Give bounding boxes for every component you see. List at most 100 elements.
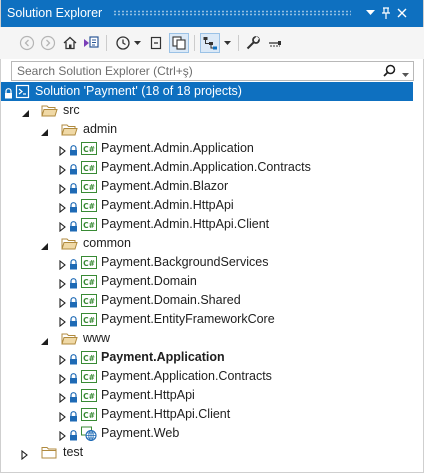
lock-icon xyxy=(4,86,13,99)
tree-item-project[interactable]: C# Payment.EntityFrameworkCore xyxy=(1,310,413,329)
lock-icon xyxy=(69,409,78,422)
tree-item-project[interactable]: C# Payment.Admin.Application xyxy=(1,139,413,158)
back-icon[interactable] xyxy=(18,34,36,52)
csharp-project-icon: C# xyxy=(81,274,97,289)
close-icon[interactable] xyxy=(395,6,409,20)
project-label: Payment.HttpApi xyxy=(101,388,195,402)
chevron-expanded-icon[interactable] xyxy=(21,105,30,117)
tree-item-project[interactable]: C# Payment.BackgroundServices xyxy=(1,253,413,272)
drag-grip[interactable] xyxy=(113,10,351,16)
tree-item-www[interactable]: www xyxy=(1,329,413,348)
lock-icon xyxy=(69,371,78,384)
show-all-files-icon[interactable] xyxy=(169,33,189,53)
lock-icon xyxy=(69,276,78,289)
folder-open-icon xyxy=(61,122,78,137)
tree-item-project[interactable]: C# Payment.Admin.Blazor xyxy=(1,177,413,196)
tree-item-startup-project[interactable]: C# Payment.Application xyxy=(1,348,413,367)
folder-open-icon xyxy=(61,331,78,346)
csharp-project-icon: C# xyxy=(81,217,97,232)
collapse-all-icon[interactable] xyxy=(147,34,165,52)
tree-item-project[interactable]: C# Payment.Admin.HttpApi.Client xyxy=(1,215,413,234)
csharp-project-icon: C# xyxy=(81,198,97,213)
chevron-collapsed-icon[interactable] xyxy=(59,428,68,442)
svg-text:C#: C# xyxy=(83,164,95,173)
tree-item-web-project[interactable]: Payment.Web xyxy=(1,424,413,443)
svg-text:C#: C# xyxy=(83,297,95,306)
tree-item-common[interactable]: common xyxy=(1,234,413,253)
web-project-globe-icon xyxy=(81,426,97,442)
preview-selected-icon[interactable] xyxy=(200,33,220,53)
chevron-collapsed-icon[interactable] xyxy=(59,390,68,404)
chevron-collapsed-icon[interactable] xyxy=(59,219,68,233)
toolbar xyxy=(0,27,424,59)
chevron-collapsed-icon[interactable] xyxy=(59,314,68,328)
chevron-collapsed-icon[interactable] xyxy=(59,257,68,271)
lock-icon xyxy=(69,428,78,441)
chevron-collapsed-icon[interactable] xyxy=(59,352,68,366)
chevron-collapsed-icon[interactable] xyxy=(59,276,68,290)
csharp-project-icon: C# xyxy=(81,293,97,308)
chevron-collapsed-icon[interactable] xyxy=(59,181,68,195)
tree-item-solution[interactable]: Solution 'Payment' (18 of 18 projects) xyxy=(1,82,413,101)
chevron-collapsed-icon[interactable] xyxy=(59,200,68,214)
svg-text:C#: C# xyxy=(83,411,95,420)
project-label: Payment.Domain xyxy=(101,274,197,288)
csharp-project-icon: C# xyxy=(81,388,97,403)
pin-icon[interactable] xyxy=(379,6,393,20)
svg-text:C#: C# xyxy=(83,373,95,382)
tree-item-test[interactable]: test xyxy=(1,443,413,462)
tree-item-project[interactable]: C# Payment.Domain xyxy=(1,272,413,291)
forward-icon[interactable] xyxy=(39,34,57,52)
svg-text:C#: C# xyxy=(83,145,95,154)
tree-item-project[interactable]: C# Payment.Application.Contracts xyxy=(1,367,413,386)
history-icon[interactable] xyxy=(114,34,132,52)
chevron-collapsed-icon[interactable] xyxy=(59,371,68,385)
csharp-project-icon: C# xyxy=(81,160,97,175)
lock-icon xyxy=(69,295,78,308)
tree-item-admin[interactable]: admin xyxy=(1,120,413,139)
tree-item-project[interactable]: C# Payment.HttpApi.Client xyxy=(1,405,413,424)
folder-open-icon xyxy=(41,103,58,118)
tree-item-project[interactable]: C# Payment.Domain.Shared xyxy=(1,291,413,310)
tree-item-src[interactable]: src xyxy=(1,101,413,120)
tree-item-project[interactable]: C# Payment.HttpApi xyxy=(1,386,413,405)
chevron-expanded-icon[interactable] xyxy=(40,124,49,136)
search-icon[interactable] xyxy=(383,64,396,82)
svg-text:C#: C# xyxy=(83,259,95,268)
folder-icon xyxy=(41,445,57,460)
project-label: Payment.EntityFrameworkCore xyxy=(101,312,275,326)
svg-text:C#: C# xyxy=(83,278,95,287)
chevron-expanded-icon[interactable] xyxy=(40,333,49,345)
chevron-collapsed-icon[interactable] xyxy=(59,143,68,157)
search-input[interactable]: Search Solution Explorer (Ctrl+ş) xyxy=(11,61,414,81)
history-dropdown-icon[interactable] xyxy=(132,34,142,52)
lock-icon xyxy=(69,257,78,270)
project-label: Payment.Admin.HttpApi xyxy=(101,198,234,212)
chevron-collapsed-icon[interactable] xyxy=(21,447,30,461)
properties-icon[interactable] xyxy=(266,34,284,52)
toolbar-separator xyxy=(194,35,195,51)
svg-text:C#: C# xyxy=(83,183,95,192)
preview-dropdown-icon[interactable] xyxy=(222,34,232,52)
chevron-collapsed-icon[interactable] xyxy=(59,162,68,176)
folder-open-icon xyxy=(61,236,78,251)
project-label: Payment.Admin.Application xyxy=(101,141,254,155)
home-icon[interactable] xyxy=(61,34,79,52)
svg-text:C#: C# xyxy=(83,354,95,363)
lock-icon xyxy=(69,181,78,194)
chevron-collapsed-icon[interactable] xyxy=(59,295,68,309)
folder-label: test xyxy=(63,445,84,459)
window-menu-icon[interactable] xyxy=(363,6,377,20)
search-options-dropdown-icon[interactable] xyxy=(402,65,409,83)
solution-explorer-titlebar: Solution Explorer xyxy=(0,0,424,27)
chevron-collapsed-icon[interactable] xyxy=(59,409,68,423)
csharp-project-icon: C# xyxy=(81,141,97,156)
tree-item-project[interactable]: C# Payment.Admin.HttpApi xyxy=(1,196,413,215)
project-label: Payment.Web xyxy=(101,426,180,440)
tree-item-project[interactable]: C# Payment.Admin.Application.Contracts xyxy=(1,158,413,177)
wrench-icon[interactable] xyxy=(244,34,262,52)
chevron-expanded-icon[interactable] xyxy=(40,238,49,250)
switch-views-icon[interactable] xyxy=(83,34,101,52)
project-label: Payment.Application.Contracts xyxy=(101,369,272,383)
svg-text:C#: C# xyxy=(83,202,95,211)
